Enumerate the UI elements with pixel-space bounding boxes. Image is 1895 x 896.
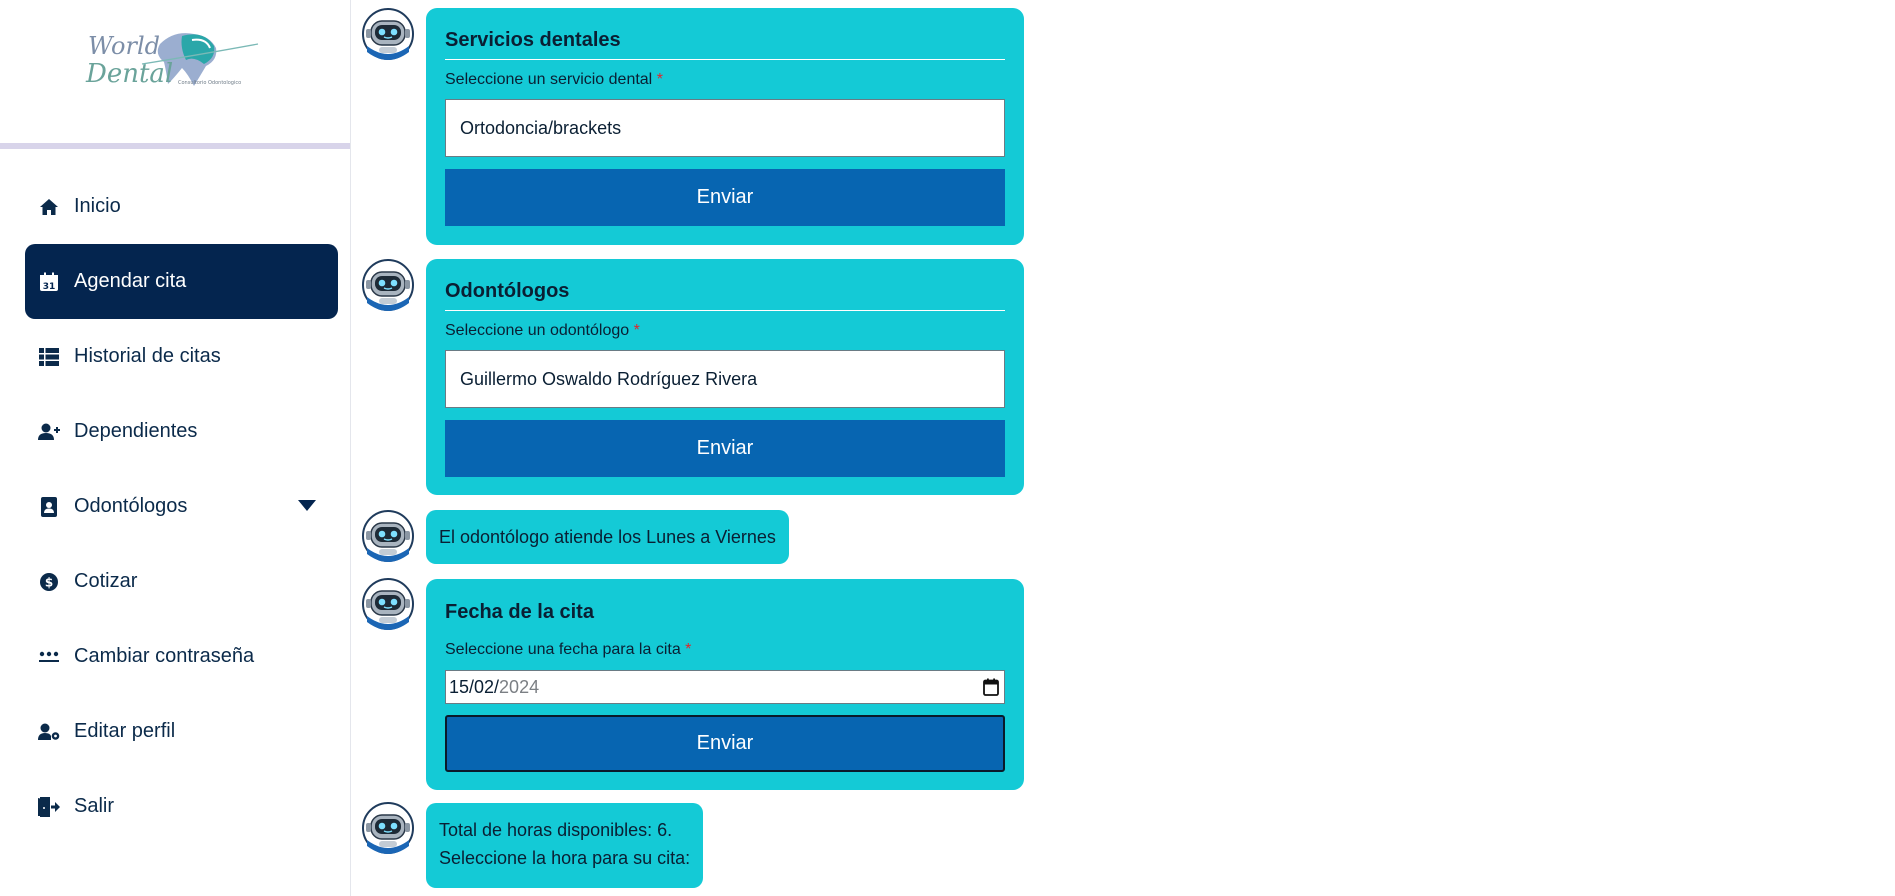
select-hour-text: Seleccione la hora para su cita: — [439, 848, 691, 868]
world-dental-logo: World Dental Consultorio Odontologico — [85, 32, 259, 89]
bot-avatar — [362, 802, 414, 854]
sidebar-item-label: Cotizar — [74, 570, 138, 592]
hours-available-text: Total de horas disponibles: 6. — [439, 820, 673, 840]
dollar-circle-icon: $ — [38, 571, 60, 593]
bot-avatar — [362, 578, 414, 630]
logout-icon — [38, 796, 60, 818]
table-list-icon — [38, 346, 60, 368]
contact-card-icon — [38, 496, 60, 518]
sidebar-item-label: Odontólogos — [74, 495, 188, 517]
calendar-picker-icon[interactable] — [983, 678, 999, 701]
bot-avatar — [362, 8, 414, 60]
svg-text:$: $ — [45, 575, 53, 589]
send-dentist-button[interactable]: Enviar — [445, 420, 1005, 477]
user-plus-icon — [38, 421, 60, 443]
card-title: Odontólogos — [445, 280, 570, 302]
dentist-select[interactable]: Guillermo Oswaldo Rodríguez Rivera — [445, 350, 1005, 408]
sidebar: World Dental Consultorio Odontologico In… — [0, 0, 351, 896]
card-divider — [445, 310, 1005, 311]
send-service-button[interactable]: Enviar — [445, 169, 1005, 226]
sidebar-item-label: Inicio — [74, 195, 121, 217]
logo[interactable]: World Dental Consultorio Odontologico — [0, 0, 350, 143]
svg-text:31: 31 — [43, 282, 56, 292]
date-input[interactable]: 15/02/2024 — [445, 670, 1005, 704]
schedule-message: El odontólogo atiende los Lunes a Vierne… — [426, 510, 789, 564]
date-card: Fecha de la cita Seleccione una fecha pa… — [426, 579, 1024, 790]
user-gear-icon — [38, 721, 60, 743]
card-divider — [445, 59, 1005, 60]
card-title: Fecha de la cita — [445, 601, 594, 623]
password-icon — [38, 646, 60, 668]
sidebar-item-inicio[interactable]: Inicio — [25, 169, 338, 244]
sidebar-item-label: Agendar cita — [74, 270, 187, 292]
sidebar-item-label: Cambiar contraseña — [74, 645, 255, 667]
calendar-icon: 31 — [38, 271, 60, 293]
field-label: Seleccione una fecha para la cita * — [445, 641, 692, 658]
field-label: Seleccione un servicio dental * — [445, 71, 663, 88]
send-date-button[interactable]: Enviar — [445, 715, 1005, 772]
card-title: Servicios dentales — [445, 29, 621, 51]
sidebar-item-odontologos[interactable]: Odontólogos — [25, 469, 338, 544]
sidebar-nav: Inicio 31 Agendar cita Historial de cita… — [0, 169, 350, 844]
bot-avatar — [362, 259, 414, 311]
home-icon — [38, 196, 60, 218]
field-label: Seleccione un odontólogo * — [445, 322, 640, 339]
sidebar-item-cambiar-contrasena[interactable]: Cambiar contraseña — [25, 619, 338, 694]
sidebar-item-salir[interactable]: Salir — [25, 769, 338, 844]
service-select[interactable]: Ortodoncia/brackets — [445, 99, 1005, 157]
svg-text:World: World — [88, 32, 160, 60]
sidebar-item-label: Dependientes — [74, 420, 198, 442]
svg-text:Dental: Dental — [85, 59, 173, 89]
bot-avatar — [362, 510, 414, 562]
sidebar-item-dependientes[interactable]: Dependientes — [25, 394, 338, 469]
sidebar-item-editar-perfil[interactable]: Editar perfil — [25, 694, 338, 769]
chevron-down-icon[interactable] — [298, 500, 316, 511]
sidebar-item-cotizar[interactable]: $ Cotizar — [25, 544, 338, 619]
svg-text:Consultorio Odontologico: Consultorio Odontologico — [178, 80, 241, 86]
sidebar-item-historial-de-citas[interactable]: Historial de citas — [25, 319, 338, 394]
sidebar-item-agendar-cita[interactable]: 31 Agendar cita — [25, 244, 338, 319]
logo-divider — [0, 143, 350, 149]
sidebar-item-label: Editar perfil — [74, 720, 176, 742]
sidebar-item-label: Salir — [74, 795, 115, 817]
hours-message: Total de horas disponibles: 6. Seleccion… — [426, 803, 704, 888]
service-card: Servicios dentales Seleccione un servici… — [426, 8, 1024, 245]
dentist-card: Odontólogos Seleccione un odontólogo * G… — [426, 259, 1024, 495]
sidebar-item-label: Historial de citas — [74, 345, 221, 367]
